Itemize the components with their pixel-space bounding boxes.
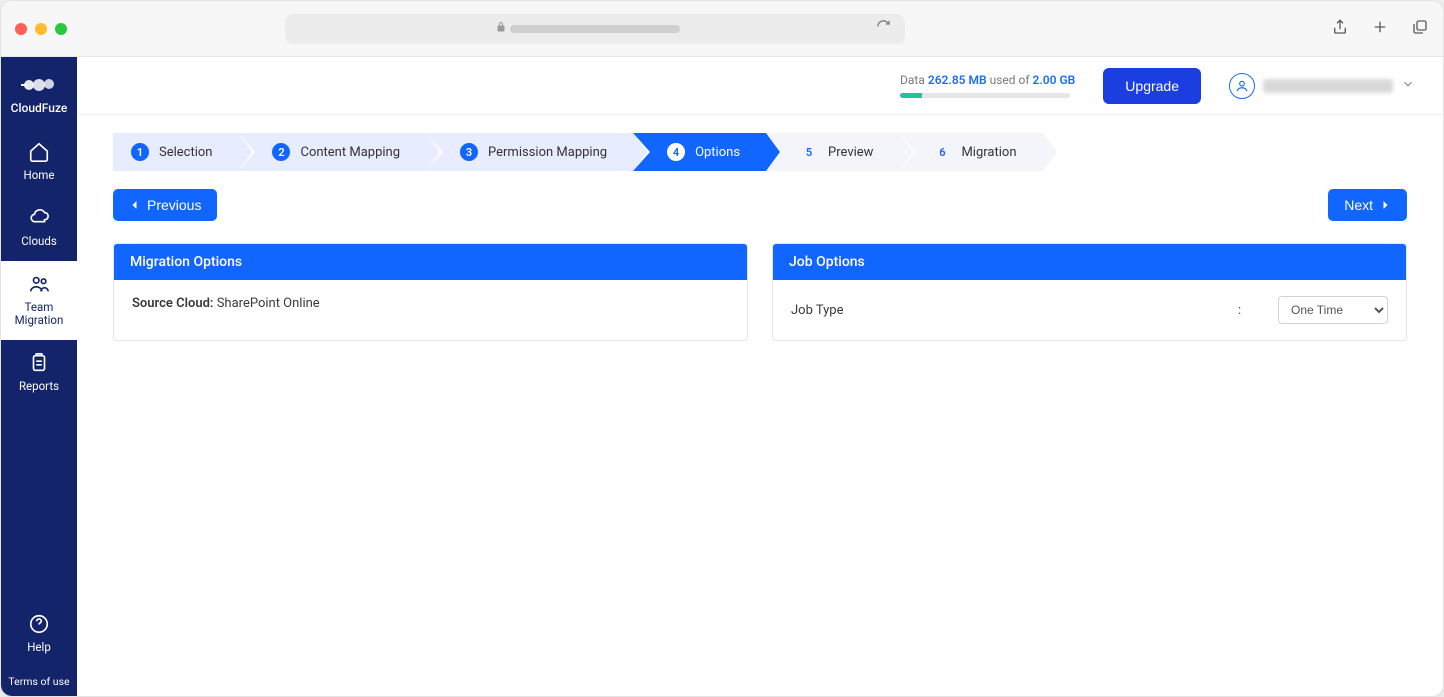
chevron-right-icon — [1379, 199, 1391, 211]
titlebar — [1, 1, 1443, 57]
panels: Migration Options Source Cloud: SharePoi… — [113, 243, 1407, 341]
home-icon — [28, 141, 50, 163]
sidebar-item-reports[interactable]: Reports — [1, 340, 77, 406]
step-label: Selection — [159, 145, 212, 160]
tabs-overview-icon[interactable] — [1411, 18, 1429, 40]
panel-body: Source Cloud: SharePoint Online — [114, 280, 747, 327]
usage-bar — [900, 93, 1070, 98]
colon: : — [1238, 303, 1258, 318]
nav-buttons: Previous Next — [113, 189, 1407, 221]
sidebar-item-help[interactable]: Help — [1, 601, 77, 667]
previous-button[interactable]: Previous — [113, 189, 217, 221]
user-menu[interactable] — [1229, 73, 1415, 99]
job-type-select[interactable]: One Time — [1278, 296, 1388, 324]
step-number: 5 — [800, 143, 818, 161]
migration-options-panel: Migration Options Source Cloud: SharePoi… — [113, 243, 748, 341]
job-options-panel: Job Options Job Type : One Time — [772, 243, 1407, 341]
app-container: CloudFuze Home Clouds Team Migration Rep… — [1, 57, 1443, 696]
step-migration[interactable]: 6 Migration — [899, 133, 1042, 171]
source-cloud-label: Source Cloud: — [132, 296, 217, 311]
step-number: 6 — [933, 143, 951, 161]
new-tab-icon[interactable] — [1371, 18, 1389, 40]
content: 1 Selection 2 Content Mapping 3 Permissi… — [77, 115, 1443, 696]
maximize-window-button[interactable] — [55, 23, 67, 35]
data-usage-text: Data 262.85 MB used of 2.00 GB — [900, 73, 1075, 87]
upgrade-button[interactable]: Upgrade — [1103, 68, 1201, 104]
step-options[interactable]: 4 Options — [633, 133, 766, 171]
step-content-mapping[interactable]: 2 Content Mapping — [238, 133, 426, 171]
step-label: Migration — [961, 145, 1016, 160]
next-button[interactable]: Next — [1328, 189, 1407, 221]
panel-header: Migration Options — [114, 244, 747, 280]
logo-icon — [21, 75, 57, 95]
topbar: Data 262.85 MB used of 2.00 GB Upgrade — [77, 57, 1443, 115]
step-label: Content Mapping — [300, 145, 400, 160]
step-number: 1 — [131, 143, 149, 161]
chevron-down-icon — [1401, 76, 1415, 95]
data-prefix: Data — [900, 73, 928, 87]
user-name — [1263, 79, 1393, 93]
previous-label: Previous — [147, 197, 201, 213]
panel-body: Job Type : One Time — [773, 280, 1406, 340]
sidebar: CloudFuze Home Clouds Team Migration Rep… — [1, 57, 77, 696]
avatar — [1229, 73, 1255, 99]
sidebar-item-home[interactable]: Home — [1, 129, 77, 195]
sidebar-item-team-migration[interactable]: Team Migration — [1, 261, 77, 341]
url-bar[interactable] — [285, 14, 905, 44]
chevron-left-icon — [129, 199, 141, 211]
data-usage: Data 262.85 MB used of 2.00 GB — [900, 73, 1075, 98]
step-permission-mapping[interactable]: 3 Permission Mapping — [426, 133, 633, 171]
step-selection[interactable]: 1 Selection — [113, 133, 238, 171]
logo-text: CloudFuze — [11, 101, 68, 115]
panel-header: Job Options — [773, 244, 1406, 280]
step-number: 4 — [667, 143, 685, 161]
step-preview[interactable]: 5 Preview — [766, 133, 899, 171]
sidebar-footer: Help Terms of use — [1, 601, 77, 696]
sidebar-logo[interactable]: CloudFuze — [1, 65, 77, 129]
next-label: Next — [1344, 197, 1373, 213]
job-type-label: Job Type — [791, 303, 1218, 318]
data-mid: used of — [987, 73, 1033, 87]
share-icon[interactable] — [1331, 18, 1349, 40]
refresh-icon[interactable] — [876, 19, 891, 38]
team-icon — [28, 273, 50, 295]
data-used-value: 262.85 MB — [928, 73, 987, 87]
main: Data 262.85 MB used of 2.00 GB Upgrade — [77, 57, 1443, 696]
user-icon — [1235, 79, 1249, 93]
sidebar-item-label: Team Migration — [15, 301, 64, 329]
close-window-button[interactable] — [15, 23, 27, 35]
titlebar-actions — [1331, 18, 1429, 40]
step-number: 3 — [460, 143, 478, 161]
step-label: Options — [695, 145, 740, 160]
step-number: 2 — [272, 143, 290, 161]
reports-icon — [28, 352, 50, 374]
terms-of-use-link[interactable]: Terms of use — [1, 667, 77, 696]
sidebar-item-clouds[interactable]: Clouds — [1, 195, 77, 261]
help-icon — [28, 613, 50, 635]
url-placeholder — [510, 25, 680, 33]
sidebar-item-label: Clouds — [21, 235, 57, 249]
usage-bar-fill — [900, 93, 922, 98]
browser-window: CloudFuze Home Clouds Team Migration Rep… — [0, 0, 1444, 697]
data-total-value: 2.00 GB — [1033, 73, 1076, 87]
source-cloud-value: SharePoint Online — [217, 296, 320, 311]
sidebar-item-label: Home — [24, 169, 55, 183]
minimize-window-button[interactable] — [35, 23, 47, 35]
step-label: Preview — [828, 145, 873, 160]
traffic-lights — [15, 23, 67, 35]
sidebar-item-label: Reports — [19, 380, 59, 394]
job-type-row: Job Type : One Time — [791, 296, 1388, 324]
stepper: 1 Selection 2 Content Mapping 3 Permissi… — [113, 133, 1407, 171]
step-label: Permission Mapping — [488, 145, 607, 160]
cloud-icon — [28, 207, 50, 229]
sidebar-item-label: Help — [27, 641, 51, 655]
lock-icon — [495, 21, 507, 36]
